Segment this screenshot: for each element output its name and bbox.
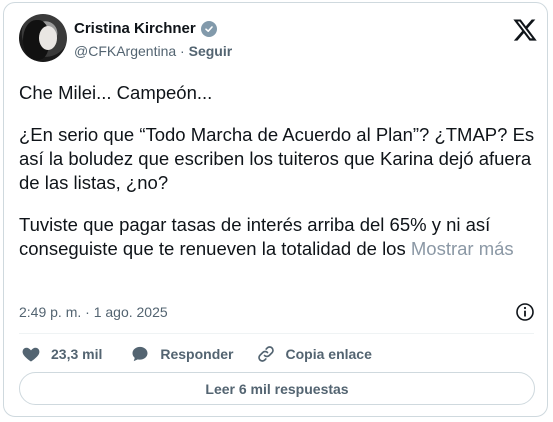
author-handle[interactable]: @CFKArgentina	[74, 43, 176, 59]
handle-separator: ·	[180, 43, 185, 59]
reply-bubble-icon	[132, 346, 148, 362]
link-icon	[257, 346, 274, 362]
like-button[interactable]: 23,3 mil	[21, 344, 102, 364]
follow-button[interactable]: Seguir	[189, 43, 233, 59]
heart-icon	[22, 347, 40, 362]
reply-button[interactable]: Responder	[130, 344, 234, 364]
author-name-row: Cristina Kirchner	[74, 20, 217, 37]
divider	[19, 333, 534, 334]
tweet-paragraph: Che Milei... Campeón...	[19, 82, 213, 103]
avatar[interactable]	[19, 14, 67, 62]
verified-badge-icon	[200, 20, 217, 37]
copy-link-button[interactable]: Copia enlace	[256, 344, 372, 364]
author-name[interactable]: Cristina Kirchner	[74, 20, 196, 37]
tweet-paragraph: ¿En serio que “Todo Marcha de Acuerdo al…	[19, 124, 535, 193]
show-more-link[interactable]: Mostrar más	[411, 238, 514, 259]
handle-row: @CFKArgentina · Seguir	[74, 43, 232, 59]
tweet-paragraph: Tuviste que pagar tasas de interés arrib…	[19, 213, 539, 261]
tweet-timestamp[interactable]: 2:49 p. m. · 1 ago. 2025	[19, 304, 168, 320]
copy-link-label: Copia enlace	[285, 346, 372, 362]
likes-count: 23,3 mil	[51, 346, 103, 362]
read-replies-button[interactable]: Leer 6 mil respuestas	[19, 372, 535, 405]
x-logo-icon[interactable]	[512, 17, 538, 43]
reply-label: Responder	[160, 346, 234, 362]
tweet-card: Cristina Kirchner @CFKArgentina · Seguir…	[3, 2, 548, 417]
avatar-face	[39, 26, 57, 50]
action-bar: 23,3 mil Responder Copia enlace	[21, 343, 397, 365]
tweet-text: Che Milei... Campeón... ¿En serio que “T…	[19, 81, 539, 279]
info-icon[interactable]	[515, 302, 535, 322]
